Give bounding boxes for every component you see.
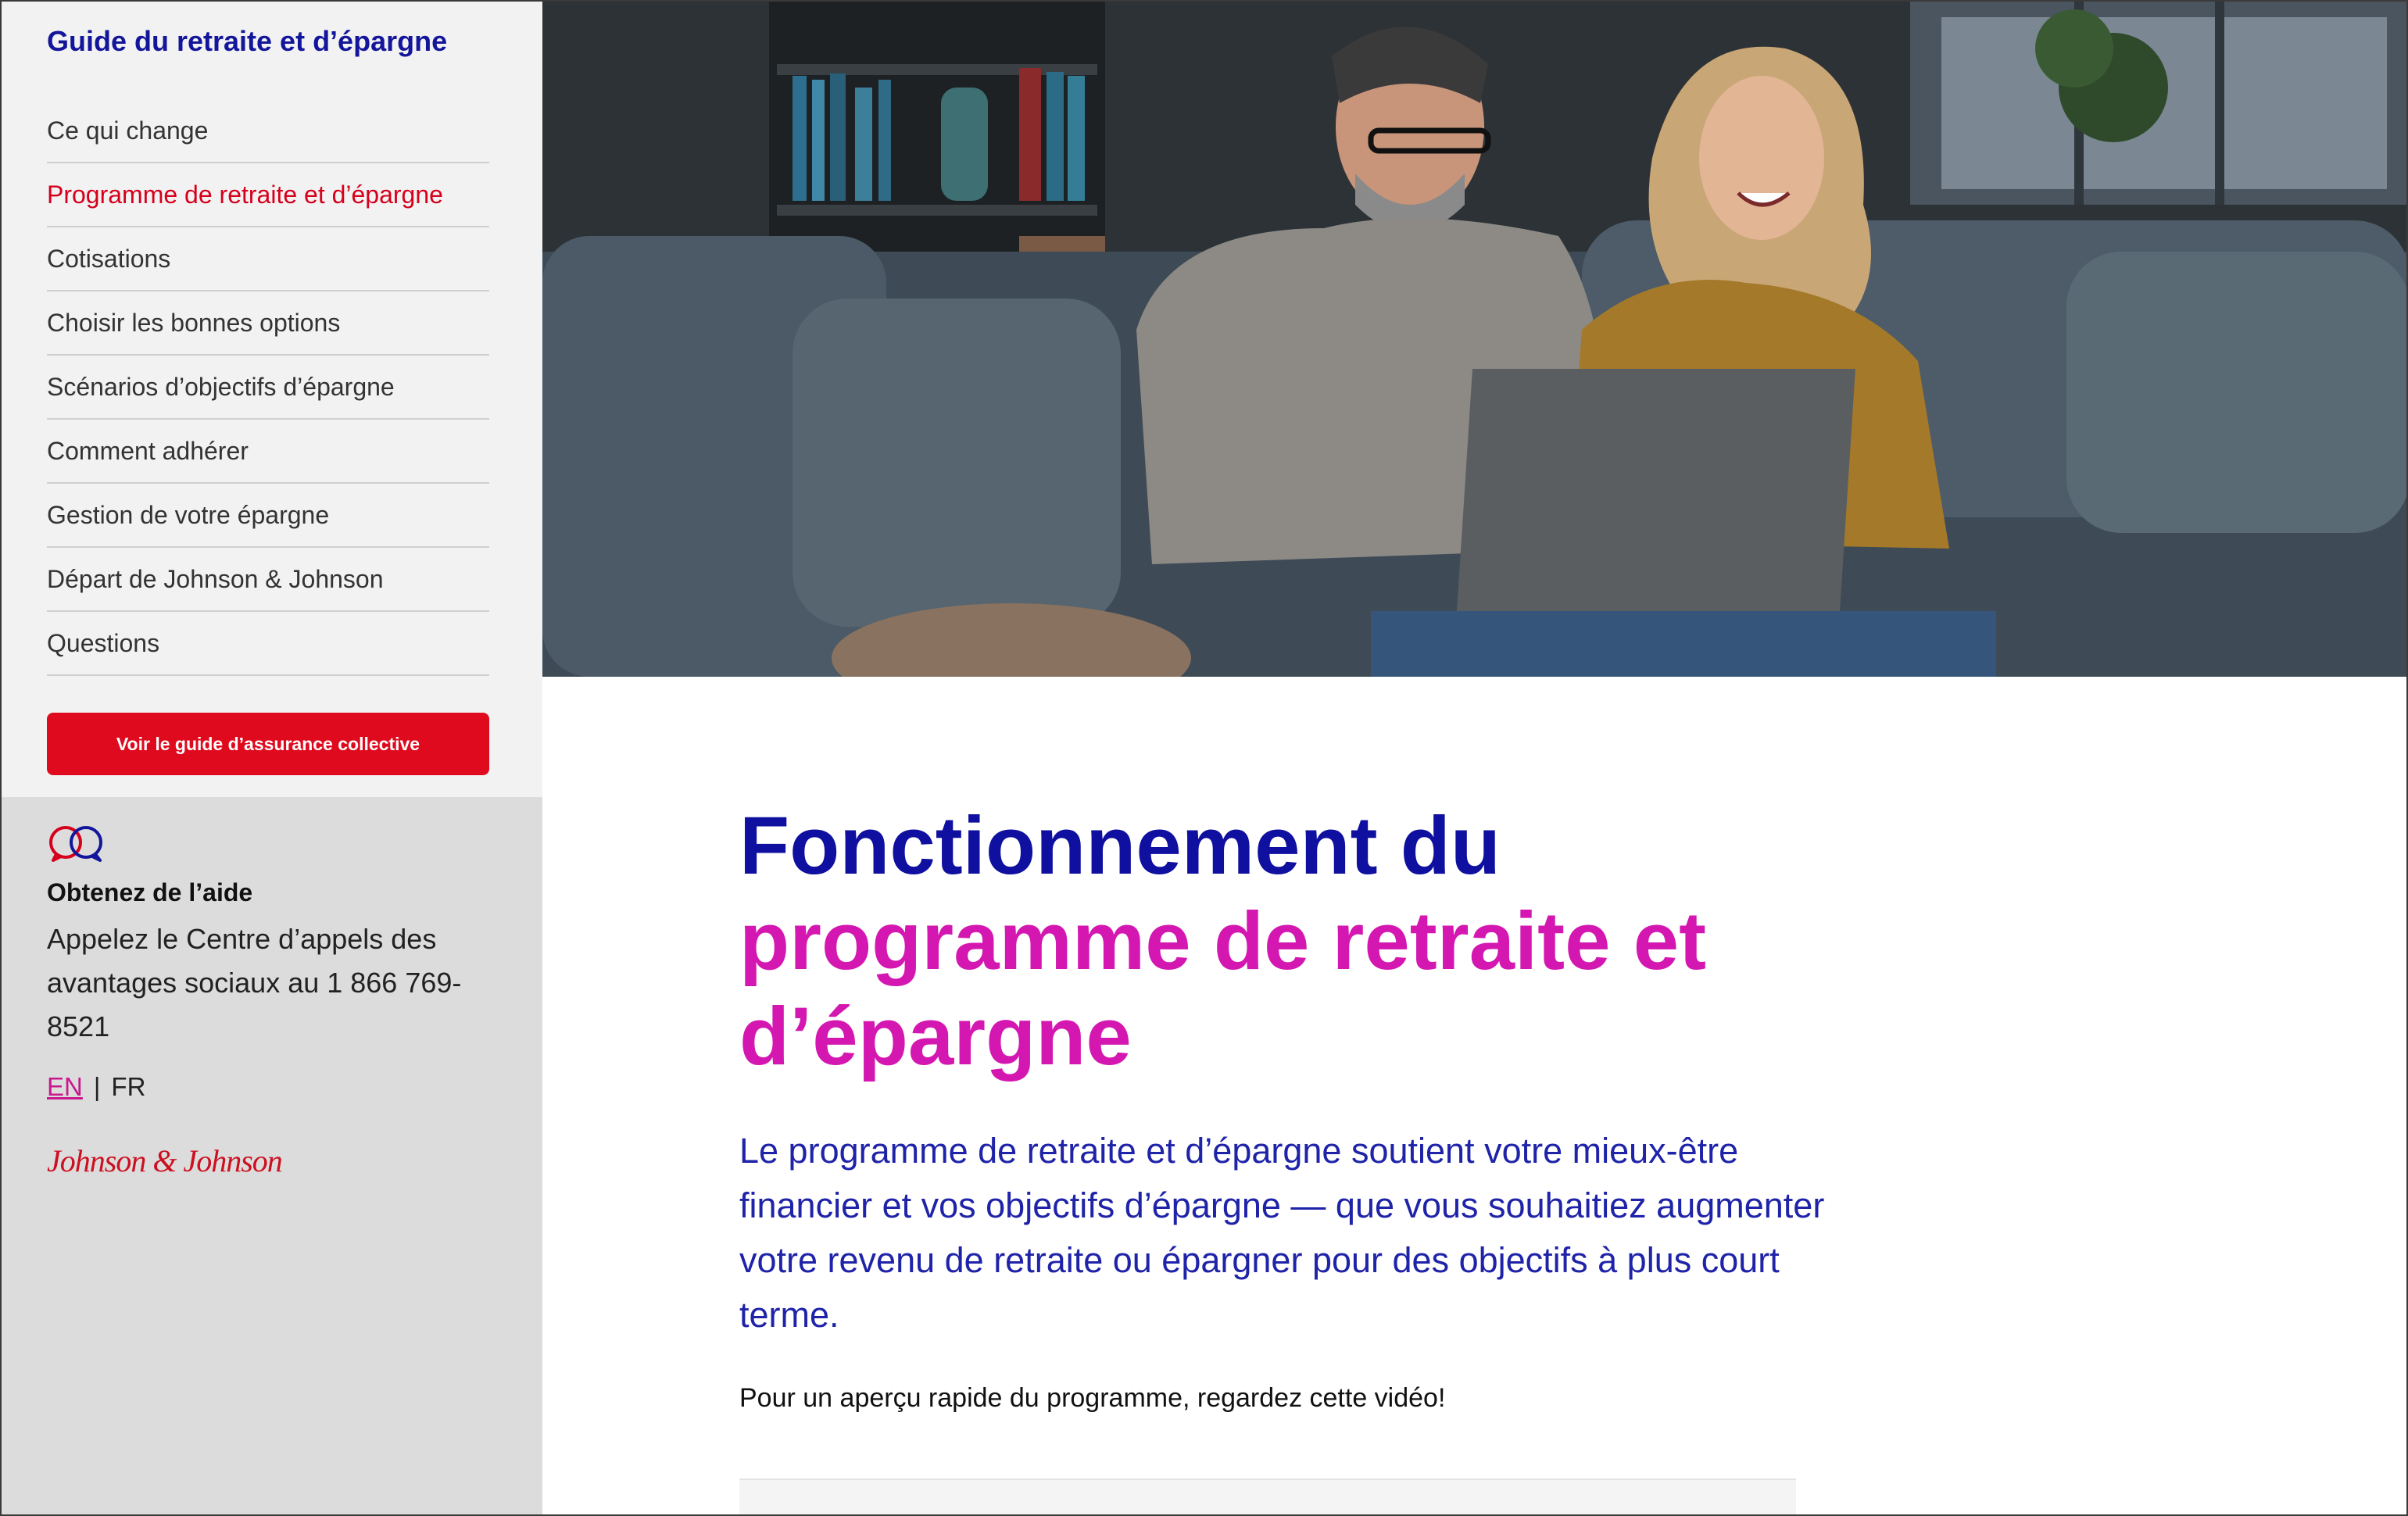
sidebar-item-questions[interactable]: Questions [47,612,489,676]
video-note: Pour un aperçu rapide du programme, rega… [739,1383,1446,1413]
johnson-and-johnson-logo[interactable]: Johnson & Johnson [47,1142,283,1179]
sidebar: Guide du retraite et d’épargne Ce qui ch… [2,2,542,1514]
sidebar-item-comment-adherer[interactable]: Comment adhérer [47,420,489,484]
sidebar-item-depart[interactable]: Départ de Johnson & Johnson [47,548,489,612]
lang-fr-link[interactable]: FR [111,1072,145,1101]
hero-photo-couple-laptop [542,2,2406,677]
language-switcher: EN | FR [47,1072,145,1102]
sidebar-item-programme[interactable]: Programme de retraite et d’épargne [47,163,489,227]
hero-image [542,2,2406,677]
lang-separator: | [93,1072,101,1101]
video-player[interactable] [739,1478,1796,1514]
page-headline: Fonctionnement du programme de retraite … [739,799,1834,1085]
sidebar-nav: Ce qui change Programme de retraite et d… [47,99,489,676]
guide-title[interactable]: Guide du retraite et d’épargne [47,25,447,58]
headline-line-1: Fonctionnement du [739,800,1501,892]
chat-bubbles-icon [49,826,102,862]
help-title: Obtenez de l’aide [47,878,253,906]
lead-paragraph: Le programme de retraite et d’épargne so… [739,1131,1825,1335]
lang-en-link[interactable]: EN [47,1072,83,1101]
sidebar-item-scenarios[interactable]: Scénarios d’objectifs d’épargne [47,356,489,420]
sidebar-item-choisir-options[interactable]: Choisir les bonnes options [47,291,489,356]
sidebar-item-gestion[interactable]: Gestion de votre épargne [47,484,489,548]
sidebar-item-cotisations[interactable]: Cotisations [47,227,489,291]
page: Guide du retraite et d’épargne Ce qui ch… [0,0,2408,1516]
group-insurance-guide-button[interactable]: Voir le guide d’assurance collective [47,713,489,775]
sidebar-item-ce-qui-change[interactable]: Ce qui change [47,99,489,163]
headline-line-2: programme de retraite et d’épargne [739,896,1707,1082]
help-text: Appelez le Centre d’appels des avantages… [47,923,462,1042]
